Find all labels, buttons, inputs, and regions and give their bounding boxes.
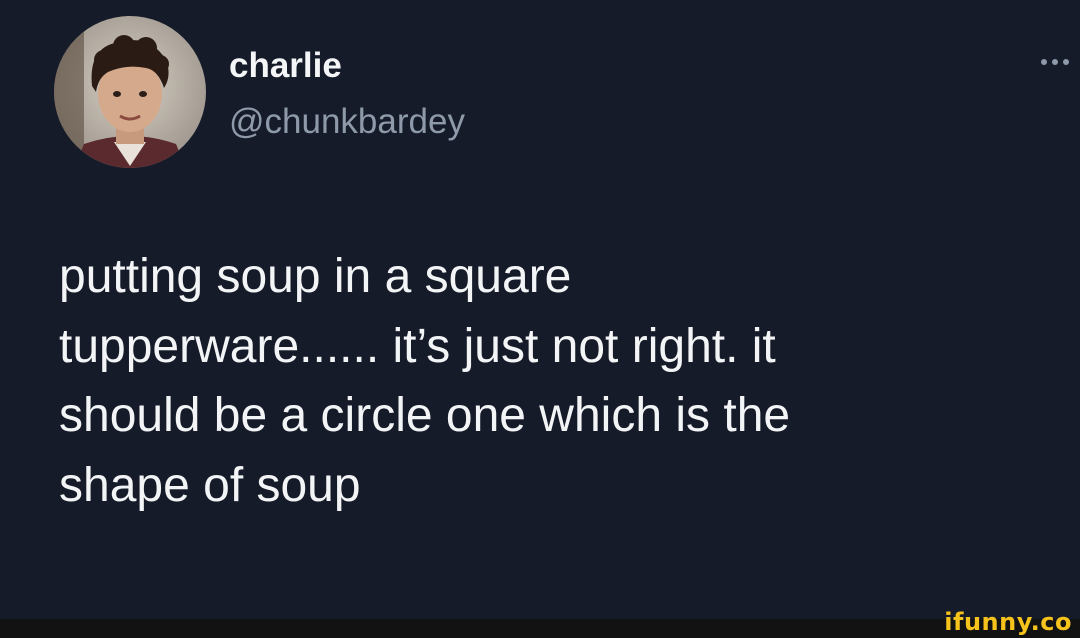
tweet-text: putting soup in a square tupperware.....… <box>59 250 791 512</box>
tweet-card: charlie @chunkbardey putting soup in a s… <box>0 0 1080 619</box>
more-options-button[interactable] <box>1038 52 1076 72</box>
user-handle[interactable]: @chunkbardey <box>229 100 465 144</box>
footer-bar <box>0 619 1080 638</box>
profile-photo-icon <box>54 16 206 168</box>
avatar[interactable] <box>54 16 206 168</box>
display-name[interactable]: charlie <box>229 44 342 88</box>
ifunny-watermark: ifunny.co <box>944 608 1072 636</box>
more-horizontal-icon <box>1041 59 1069 65</box>
